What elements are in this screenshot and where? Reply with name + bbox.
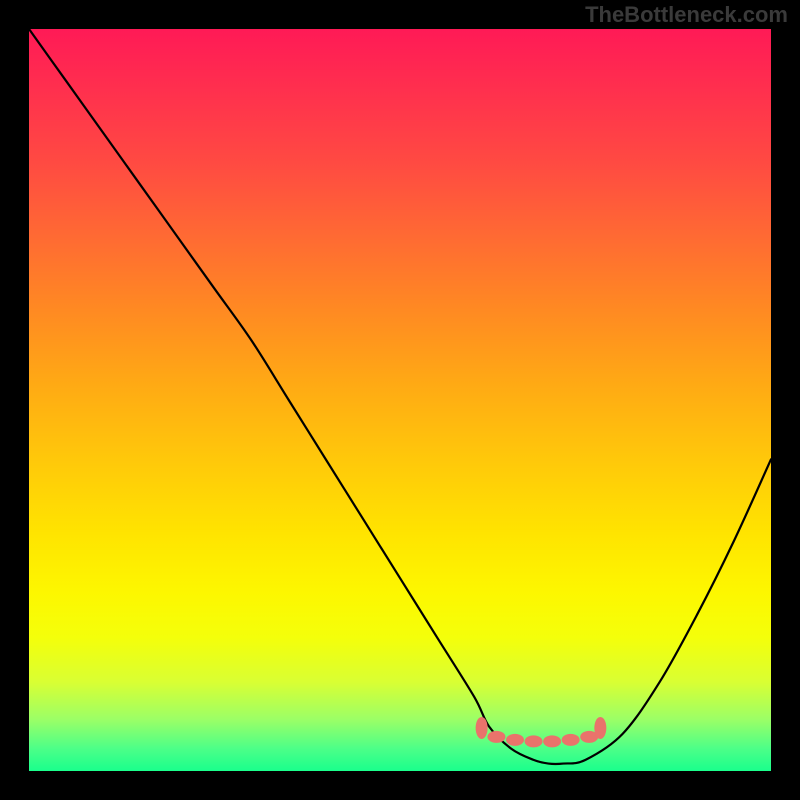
marker-layer <box>29 29 771 771</box>
optimal-range-markers <box>476 717 607 747</box>
optimal-marker <box>506 734 524 746</box>
optimal-marker <box>525 735 543 747</box>
optimal-marker <box>476 717 488 739</box>
plot-area <box>29 29 771 771</box>
attribution-text: TheBottleneck.com <box>585 2 788 28</box>
optimal-marker <box>562 734 580 746</box>
optimal-marker <box>594 717 606 739</box>
optimal-marker <box>543 735 561 747</box>
optimal-marker <box>487 731 505 743</box>
